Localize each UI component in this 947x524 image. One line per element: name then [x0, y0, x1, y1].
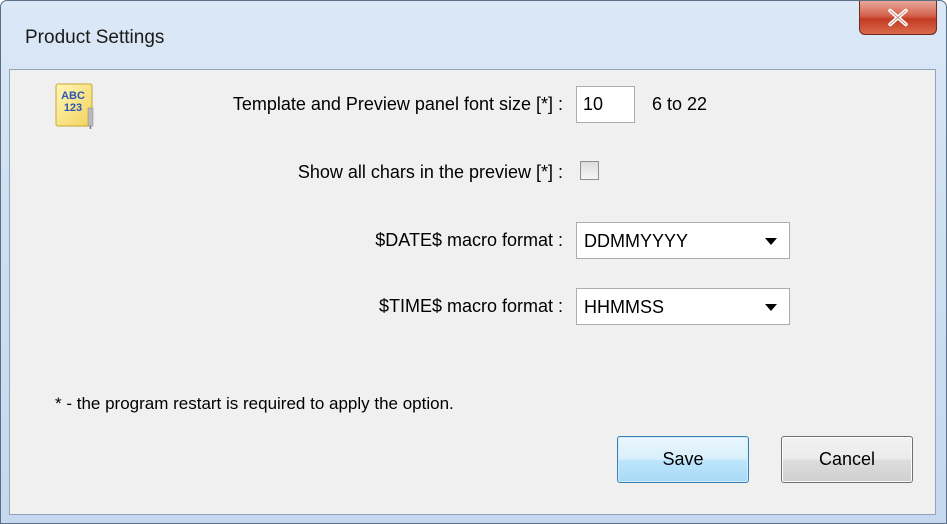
cancel-button[interactable]: Cancel	[781, 436, 913, 483]
show-chars-label: Show all chars in the preview [*] :	[297, 162, 563, 182]
time-format-select[interactable]: HHMMSS	[576, 288, 790, 325]
date-format-label: $DATE$ macro format :	[375, 230, 563, 250]
abc-123-icon: ABC 123	[55, 83, 94, 129]
icon-text-123: 123	[64, 102, 82, 114]
icon-text-abc: ABC	[61, 90, 85, 102]
dialog-client-area: ABC 123 Template and Preview panel font …	[9, 69, 936, 515]
window-title: Product Settings	[25, 27, 165, 48]
font-size-range: 6 to 22	[652, 94, 708, 114]
date-format-value: DDMMYYYY	[584, 231, 689, 251]
product-settings-window: Product Settings ABC 123 Template and Pr…	[0, 0, 947, 524]
date-format-select[interactable]: DDMMYYYY	[576, 222, 790, 259]
show-chars-checkbox[interactable]	[580, 161, 599, 180]
chevron-down-icon[interactable]	[765, 238, 777, 245]
close-button[interactable]	[859, 1, 937, 35]
title-bar[interactable]: Product Settings	[1, 1, 946, 71]
save-button[interactable]: Save	[617, 436, 749, 483]
close-x-icon	[888, 8, 908, 27]
font-size-label: Template and Preview panel font size [*]…	[232, 94, 563, 114]
time-format-label: $TIME$ macro format :	[378, 296, 563, 316]
chevron-down-icon[interactable]	[765, 304, 777, 311]
restart-footnote: * - the program restart is required to a…	[55, 394, 454, 413]
time-format-value: HHMMSS	[584, 297, 664, 317]
font-size-input[interactable]	[576, 86, 635, 123]
